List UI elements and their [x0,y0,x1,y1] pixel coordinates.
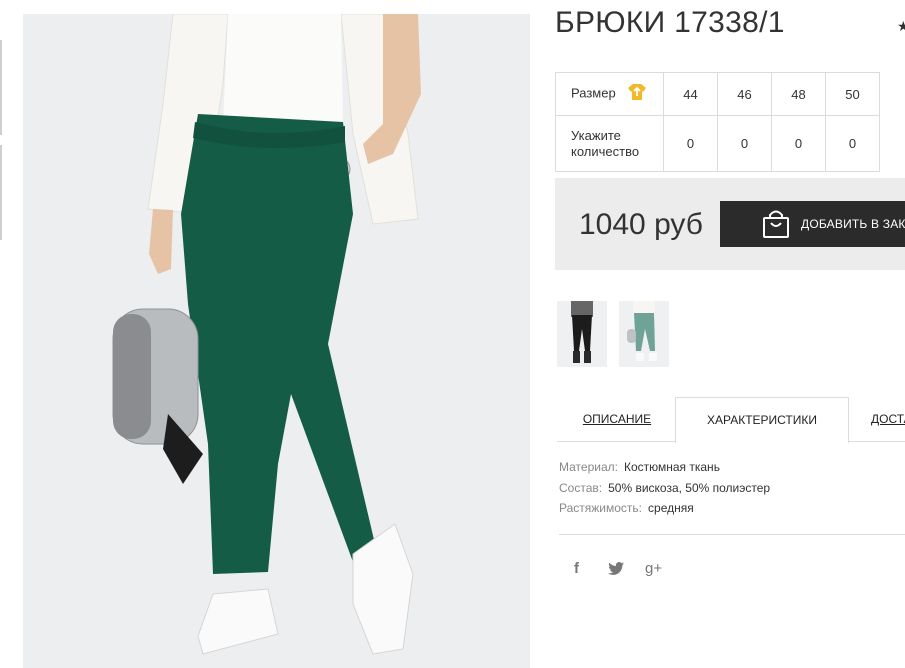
product-tabs: ОПИСАНИЕ ХАРАКТЕРИСТИКИ ДОСТАВКА [557,397,905,443]
spec-row-material: Материал: Костюмная ткань [559,460,720,474]
gallery-thumb[interactable] [0,145,2,240]
quantity-row: Укажите количество 0 0 0 0 [555,115,880,172]
quantity-input-48[interactable]: 0 [771,115,826,172]
tab-delivery[interactable]: ДОСТАВКА [857,397,905,441]
gallery-thumb-strip [0,40,2,240]
variant-thumb-black[interactable] [557,301,607,367]
google-plus-icon[interactable]: g+ [645,560,662,577]
favorite-star-icon[interactable]: ★ [897,18,905,35]
tab-characteristics[interactable]: ХАРАКТЕРИСТИКИ [675,397,849,443]
t-shirt-icon[interactable] [627,83,647,105]
size-row: Размер 44 46 48 50 [555,72,880,116]
twitter-icon[interactable] [608,562,624,579]
variant-thumb-green[interactable] [619,301,669,367]
tab-description[interactable]: ОПИСАНИЕ [557,397,677,441]
spec-key: Состав: [559,481,603,495]
quantity-label-cell: Укажите количество [555,115,664,172]
social-divider [559,534,905,535]
spec-value: 50% вискоза, 50% полиэстер [608,481,771,495]
size-option-50[interactable]: 50 [825,72,880,116]
quantity-input-46[interactable]: 0 [717,115,772,172]
size-option-46[interactable]: 46 [717,72,772,116]
size-label: Размер [571,85,616,101]
add-to-cart-label: ДОБАВИТЬ В ЗАКАЗ [801,217,905,231]
size-quantity-table: Размер 44 46 48 50 Укажите количество 0 … [555,72,880,172]
spec-value: Костюмная ткань [623,460,720,474]
size-option-44[interactable]: 44 [663,72,718,116]
price: 1040 руб [579,208,703,241]
add-to-cart-button[interactable]: ДОБАВИТЬ В ЗАКАЗ [720,201,905,247]
shopping-bag-icon [762,209,790,242]
main-product-photo[interactable] [23,14,530,668]
facebook-icon[interactable]: f [574,560,579,577]
spec-value: средняя [648,501,694,515]
size-label-cell: Размер [555,72,664,116]
spec-row-composition: Состав: 50% вискоза, 50% полиэстер [559,481,770,495]
price-panel: 1040 руб ДОБАВИТЬ В ЗАКАЗ [555,178,905,270]
spec-key: Материал: [559,460,618,474]
quantity-label-line1: Укажите [571,127,621,143]
quantity-input-44[interactable]: 0 [663,115,718,172]
size-option-48[interactable]: 48 [771,72,826,116]
quantity-label-line2: количество [571,143,640,159]
product-title: БРЮКИ 17338/1 [555,6,785,39]
spec-row-stretch: Растяжимость: средняя [559,501,694,515]
spec-key: Растяжимость: [559,501,643,515]
quantity-input-50[interactable]: 0 [825,115,880,172]
gallery-thumb[interactable] [0,40,2,135]
